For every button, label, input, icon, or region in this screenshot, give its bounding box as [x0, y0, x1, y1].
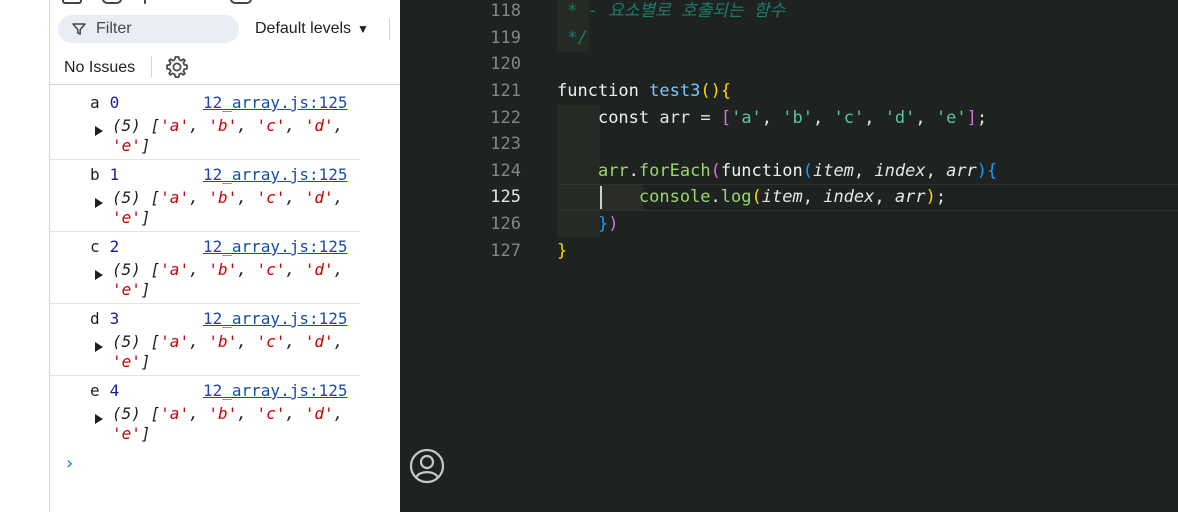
console-toolbar-cutoff: [50, 0, 400, 6]
log-index: 4: [109, 381, 120, 400]
line-number: 127: [490, 241, 521, 261]
log-text: b1: [90, 165, 119, 184]
toolbar-separator: [151, 56, 152, 78]
log-levels-label: Default levels: [255, 20, 352, 37]
sidebar-toggle-icon[interactable]: [62, 0, 82, 4]
chevron-down-icon: ▼: [357, 22, 369, 36]
expand-triangle-icon[interactable]: [95, 198, 103, 208]
array-preview-cont: 'e']: [112, 136, 151, 155]
line-number: 119: [490, 28, 521, 48]
line-number: 118: [490, 1, 521, 21]
console-message: b1 12_array.js:125 (5) ['a', 'b', 'c', '…: [50, 160, 360, 232]
expand-triangle-icon[interactable]: [95, 414, 103, 424]
line-number: 122: [490, 108, 521, 128]
code-line-122: const arr = ['a', 'b', 'c', 'd', 'e'];: [597, 108, 988, 128]
array-preview[interactable]: (5) ['a', 'b', 'c', 'd',: [112, 404, 343, 424]
array-preview[interactable]: (5) ['a', 'b', 'c', 'd',: [112, 332, 343, 352]
array-preview[interactable]: (5) ['a', 'b', 'c', 'd',: [112, 116, 343, 136]
source-link[interactable]: 12_array.js:125: [203, 93, 348, 112]
array-preview-cont: 'e']: [112, 280, 151, 299]
gear-icon[interactable]: [164, 54, 190, 80]
console-message: c2 12_array.js:125 (5) ['a', 'b', 'c', '…: [50, 232, 360, 304]
log-text: d3: [90, 309, 119, 328]
log-index: 2: [109, 237, 120, 256]
code-text-area[interactable]: * - 요소별로 호출되는 함수 */ function test3(){ co…: [557, 0, 1178, 512]
code-line-124: arr.forEach(function(item, index, arr){: [597, 161, 998, 181]
line-number: 123: [490, 134, 521, 154]
log-letter: b: [90, 165, 100, 184]
source-link[interactable]: 12_array.js:125: [203, 165, 348, 184]
log-letter: a: [90, 93, 100, 112]
code-line-127: }: [557, 241, 568, 261]
filter-bar: Filter Default levels ▼: [50, 14, 400, 46]
log-letter: e: [90, 381, 100, 400]
console-message: d3 12_array.js:125 (5) ['a', 'b', 'c', '…: [50, 304, 360, 376]
clear-console-icon[interactable]: [102, 0, 122, 4]
log-index: 1: [109, 165, 120, 184]
source-link[interactable]: 12_array.js:125: [203, 237, 348, 256]
code-editor[interactable]: 118 119 120 121 122 123 124 125 126 127 …: [400, 0, 1178, 512]
log-index: 3: [109, 309, 120, 328]
console-prompt[interactable]: ›: [64, 453, 75, 474]
log-text: e4: [90, 381, 119, 400]
filter-input[interactable]: Filter: [58, 15, 239, 43]
issues-link[interactable]: No Issues: [64, 59, 135, 77]
devtools-console-panel: Filter Default levels ▼ No Issues a0 12_…: [0, 0, 400, 512]
array-preview[interactable]: (5) ['a', 'b', 'c', 'd',: [112, 188, 343, 208]
line-number: 126: [490, 214, 521, 234]
code-line-125: console.log(item, index, arr);: [638, 187, 947, 207]
source-link[interactable]: 12_array.js:125: [203, 309, 348, 328]
filter-icon: [72, 23, 86, 35]
filter-placeholder: Filter: [96, 20, 132, 37]
console-message: a0 12_array.js:125 (5) ['a', 'b', 'c', '…: [50, 88, 360, 160]
array-preview-cont: 'e']: [112, 424, 151, 443]
log-letter: d: [90, 309, 100, 328]
log-levels-dropdown[interactable]: Default levels ▼: [255, 20, 369, 38]
log-letter: c: [90, 237, 100, 256]
code-line-118: * - 요소별로 호출되는 함수: [557, 1, 786, 21]
expand-triangle-icon[interactable]: [95, 270, 103, 280]
log-text: c2: [90, 237, 119, 256]
toolbar-separator: [389, 18, 390, 40]
array-preview-cont: 'e']: [112, 352, 151, 371]
code-line-126: }): [597, 214, 619, 234]
console-message: e4 12_array.js:125 (5) ['a', 'b', 'c', '…: [50, 376, 360, 448]
line-number: 124: [490, 161, 521, 181]
issues-bar: No Issues: [50, 50, 400, 85]
line-number: 121: [490, 81, 521, 101]
log-index: 0: [109, 93, 120, 112]
account-icon[interactable]: [409, 448, 445, 484]
line-number: 120: [490, 54, 521, 74]
array-preview[interactable]: (5) ['a', 'b', 'c', 'd',: [112, 260, 343, 280]
expand-triangle-icon[interactable]: [95, 342, 103, 352]
live-expression-icon[interactable]: [230, 0, 252, 4]
code-line-119: */: [557, 28, 588, 48]
source-link[interactable]: 12_array.js:125: [203, 381, 348, 400]
line-number-gutter: 118 119 120 121 122 123 124 125 126 127: [400, 0, 550, 512]
toolbar-separator: [144, 0, 146, 4]
console-messages: a0 12_array.js:125 (5) ['a', 'b', 'c', '…: [50, 88, 360, 448]
array-preview-cont: 'e']: [112, 208, 151, 227]
code-line-121: function test3(){: [557, 81, 732, 101]
log-text: a0: [90, 93, 119, 112]
expand-triangle-icon[interactable]: [95, 126, 103, 136]
line-number-active: 125: [490, 187, 521, 207]
